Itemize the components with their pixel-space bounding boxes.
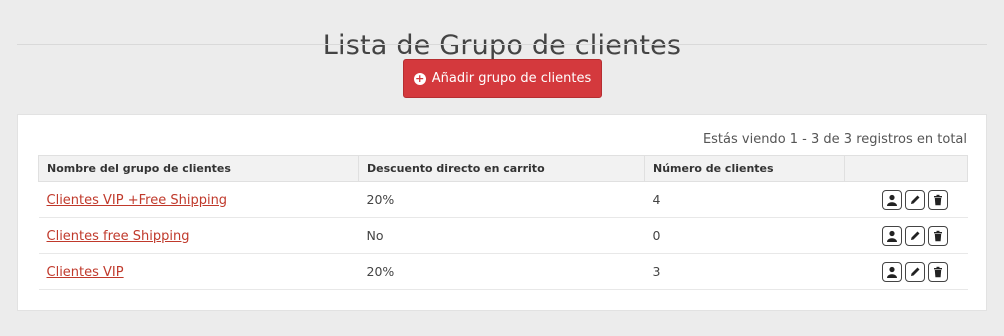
user-icon <box>886 230 897 242</box>
table-row: Clientes VIP +Free Shipping 20% 4 <box>38 181 968 218</box>
count-cell: 3 <box>644 253 845 290</box>
plus-circle-icon: + <box>413 71 426 85</box>
pencil-icon <box>910 195 919 204</box>
page-title: Lista de Grupo de clientes <box>322 30 682 62</box>
discount-cell: 20% <box>358 181 645 218</box>
trash-icon <box>933 266 942 277</box>
table-row: Clientes VIP 20% 3 <box>38 253 968 290</box>
pencil-icon <box>910 267 919 276</box>
table-header-row: Nombre del grupo de clientes Descuento d… <box>38 155 968 182</box>
row-actions <box>844 181 968 218</box>
group-name-link[interactable]: Clientes VIP <box>47 265 124 280</box>
groups-panel: Estás viendo 1 - 3 de 3 registros en tot… <box>17 114 987 311</box>
records-info: Estás viendo 1 - 3 de 3 registros en tot… <box>702 132 967 147</box>
delete-button[interactable] <box>927 225 948 246</box>
row-actions <box>844 253 968 290</box>
edit-button[interactable] <box>904 225 925 246</box>
group-name-link[interactable]: Clientes free Shipping <box>47 229 190 244</box>
edit-button[interactable] <box>904 189 925 210</box>
trash-icon <box>933 230 942 241</box>
delete-button[interactable] <box>927 261 948 282</box>
col-header-count[interactable]: Número de clientes <box>644 155 845 182</box>
col-header-actions <box>844 155 968 182</box>
trash-icon <box>933 194 942 205</box>
add-customer-group-button[interactable]: + Añadir grupo de clientes <box>403 59 602 98</box>
count-cell: 4 <box>644 181 845 218</box>
view-customers-button[interactable] <box>881 189 902 210</box>
count-cell: 0 <box>644 217 845 254</box>
user-icon <box>886 194 897 206</box>
groups-table: Nombre del grupo de clientes Descuento d… <box>38 155 968 290</box>
discount-cell: 20% <box>358 253 645 290</box>
view-customers-button[interactable] <box>881 261 902 282</box>
table-row: Clientes free Shipping No 0 <box>38 217 968 254</box>
user-icon <box>886 266 897 278</box>
group-name-link[interactable]: Clientes VIP +Free Shipping <box>47 193 228 208</box>
discount-cell: No <box>358 217 645 254</box>
view-customers-button[interactable] <box>881 225 902 246</box>
row-actions <box>844 217 968 254</box>
delete-button[interactable] <box>927 189 948 210</box>
pencil-icon <box>910 231 919 240</box>
edit-button[interactable] <box>904 261 925 282</box>
add-button-label: Añadir grupo de clientes <box>431 71 592 86</box>
col-header-name[interactable]: Nombre del grupo de clientes <box>38 155 359 182</box>
title-divider <box>17 44 987 45</box>
col-header-discount[interactable]: Descuento directo en carrito <box>358 155 645 182</box>
